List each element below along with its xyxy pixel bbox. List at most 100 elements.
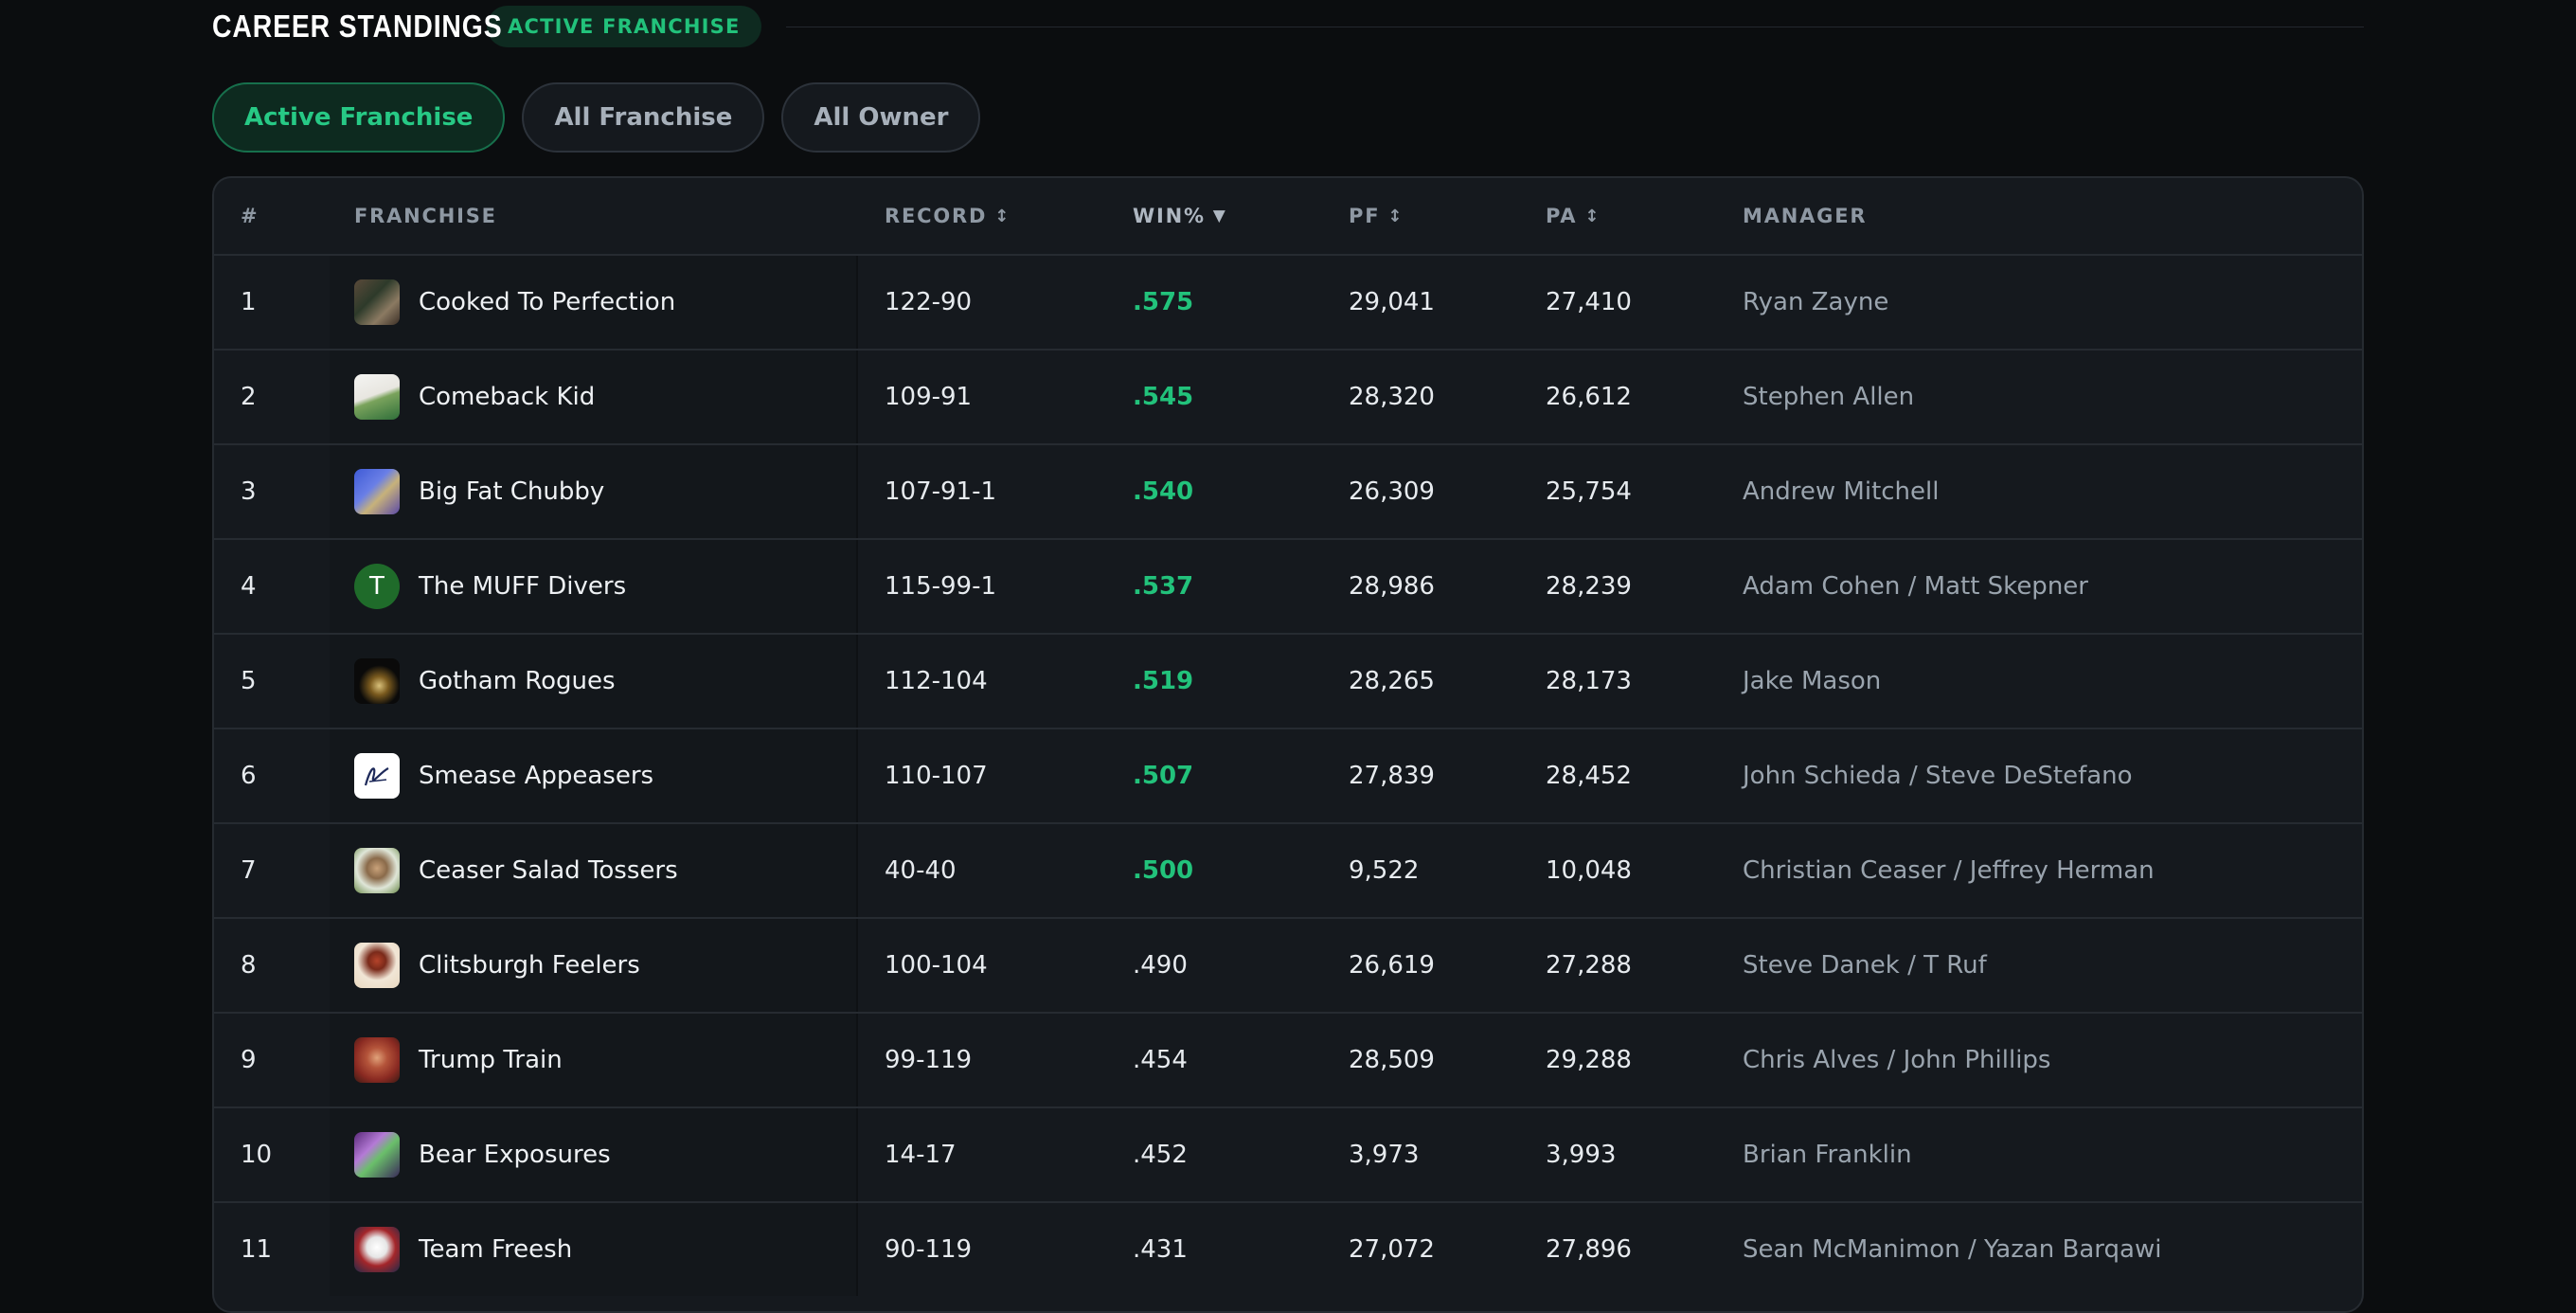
record: 109-91 xyxy=(885,383,973,411)
points-against: 27,896 xyxy=(1546,1235,1632,1264)
column-pa[interactable]: PA ↕ xyxy=(1546,178,1599,254)
standings-table: # FRANCHISE RECORD ↕ WIN% ▼ PF ↕ PA ↕ MA… xyxy=(212,176,2364,1313)
table-row[interactable]: 7 Ceaser Salad Tossers 40-40 .500 9,522 … xyxy=(214,824,2362,919)
franchise-cell[interactable]: Smease Appeasers xyxy=(330,729,858,822)
table-row[interactable]: 3 Big Fat Chubby 107-91-1 .540 26,309 25… xyxy=(214,445,2362,540)
team-avatar xyxy=(354,279,400,325)
team-avatar xyxy=(354,1037,400,1083)
manager: Jake Mason xyxy=(1743,667,1882,695)
points-for: 27,839 xyxy=(1349,762,1435,790)
rank: 6 xyxy=(241,762,257,790)
win-pct: .452 xyxy=(1133,1141,1188,1169)
franchise-cell[interactable]: Team Freesh xyxy=(330,1203,858,1296)
column-franchise: FRANCHISE xyxy=(354,205,497,227)
record: 112-104 xyxy=(885,667,988,695)
team-avatar xyxy=(354,374,400,420)
points-for: 29,041 xyxy=(1349,288,1435,316)
column-record[interactable]: RECORD ↕ xyxy=(885,178,1009,254)
rank: 9 xyxy=(241,1046,257,1074)
rank: 10 xyxy=(241,1141,273,1169)
team-name: Cooked To Perfection xyxy=(419,288,676,316)
team-name: Smease Appeasers xyxy=(419,762,654,790)
win-pct: .454 xyxy=(1133,1046,1188,1074)
table-row[interactable]: 8 Clitsburgh Feelers 100-104 .490 26,619… xyxy=(214,919,2362,1014)
table-row[interactable]: 5 Gotham Rogues 112-104 .519 28,265 28,1… xyxy=(214,635,2362,729)
column-pf[interactable]: PF ↕ xyxy=(1349,178,1402,254)
rank: 4 xyxy=(241,572,257,601)
win-pct: .537 xyxy=(1133,572,1194,601)
sort-desc-icon: ▼ xyxy=(1212,207,1225,225)
table-row[interactable]: 4 T The MUFF Divers 115-99-1 .537 28,986… xyxy=(214,540,2362,635)
column-manager: MANAGER xyxy=(1743,205,1868,227)
win-pct: .431 xyxy=(1133,1235,1188,1264)
table-row[interactable]: 10 Bear Exposures 14-17 .452 3,973 3,993… xyxy=(214,1108,2362,1203)
sort-icon: ↕ xyxy=(1584,206,1600,226)
manager: Stephen Allen xyxy=(1743,383,1915,411)
team-name: Big Fat Chubby xyxy=(419,477,605,506)
franchise-cell[interactable]: Gotham Rogues xyxy=(330,635,858,728)
table-row[interactable]: 1 Cooked To Perfection 122-90 .575 29,04… xyxy=(214,256,2362,351)
win-pct: .490 xyxy=(1133,951,1188,980)
franchise-cell[interactable]: Big Fat Chubby xyxy=(330,445,858,538)
rank: 7 xyxy=(241,856,257,885)
points-for: 27,072 xyxy=(1349,1235,1435,1264)
franchise-cell[interactable]: Cooked To Perfection xyxy=(330,256,858,349)
franchise-cell[interactable]: Clitsburgh Feelers xyxy=(330,919,858,1012)
column-win-pct-label: WIN% xyxy=(1133,205,1206,227)
team-name: Team Freesh xyxy=(419,1235,573,1264)
table-row[interactable]: 6 Smease Appeasers 110-107 .507 27,839 2… xyxy=(214,729,2362,824)
points-for: 3,973 xyxy=(1349,1141,1420,1169)
table-row[interactable]: 9 Trump Train 99-119 .454 28,509 29,288 … xyxy=(214,1014,2362,1108)
rank: 11 xyxy=(241,1235,273,1264)
record: 40-40 xyxy=(885,856,957,885)
points-against: 10,048 xyxy=(1546,856,1632,885)
win-pct: .545 xyxy=(1133,383,1194,411)
points-against: 28,452 xyxy=(1546,762,1632,790)
table-row[interactable]: 2 Comeback Kid 109-91 .545 28,320 26,612… xyxy=(214,351,2362,445)
rank: 2 xyxy=(241,383,257,411)
team-avatar xyxy=(354,848,400,893)
filter-pills: Active Franchise All Franchise All Owner xyxy=(212,82,981,153)
team-avatar xyxy=(354,943,400,988)
column-rank: # xyxy=(241,205,259,227)
franchise-cell[interactable]: Comeback Kid xyxy=(330,351,858,443)
column-pf-label: PF xyxy=(1349,205,1381,227)
manager: Christian Ceaser / Jeffrey Herman xyxy=(1743,856,2155,885)
manager: Brian Franklin xyxy=(1743,1141,1912,1169)
manager: Chris Alves / John Phillips xyxy=(1743,1046,2051,1074)
team-name: Trump Train xyxy=(419,1046,563,1074)
points-for: 26,619 xyxy=(1349,951,1435,980)
franchise-cell[interactable]: T The MUFF Divers xyxy=(330,540,858,633)
win-pct: .575 xyxy=(1133,288,1194,316)
manager: John Schieda / Steve DeStefano xyxy=(1743,762,2133,790)
team-name: Bear Exposures xyxy=(419,1141,611,1169)
column-record-label: RECORD xyxy=(885,205,988,227)
team-name: Comeback Kid xyxy=(419,383,596,411)
filter-all-owner[interactable]: All Owner xyxy=(781,82,981,153)
points-against: 25,754 xyxy=(1546,477,1632,506)
table-row[interactable]: 11 Team Freesh 90-119 .431 27,072 27,896… xyxy=(214,1203,2362,1296)
manager: Adam Cohen / Matt Skepner xyxy=(1743,572,2088,601)
team-name: The MUFF Divers xyxy=(419,572,627,601)
section-title: CAREER STANDINGS xyxy=(212,9,503,44)
points-for: 26,309 xyxy=(1349,477,1435,506)
points-against: 28,173 xyxy=(1546,667,1632,695)
points-against: 28,239 xyxy=(1546,572,1632,601)
win-pct: .519 xyxy=(1133,667,1194,695)
table-header: # FRANCHISE RECORD ↕ WIN% ▼ PF ↕ PA ↕ MA… xyxy=(214,178,2362,256)
active-franchise-badge: ACTIVE FRANCHISE xyxy=(487,6,761,47)
points-for: 28,265 xyxy=(1349,667,1435,695)
win-pct: .507 xyxy=(1133,762,1194,790)
filter-all-franchise[interactable]: All Franchise xyxy=(522,82,765,153)
signature-logo-icon xyxy=(364,767,389,786)
franchise-cell[interactable]: Ceaser Salad Tossers xyxy=(330,824,858,917)
franchise-cell[interactable]: Bear Exposures xyxy=(330,1108,858,1201)
filter-active-franchise[interactable]: Active Franchise xyxy=(212,82,506,153)
column-win-pct[interactable]: WIN% ▼ xyxy=(1133,178,1225,254)
manager: Ryan Zayne xyxy=(1743,288,1889,316)
record: 90-119 xyxy=(885,1235,973,1264)
franchise-cell[interactable]: Trump Train xyxy=(330,1014,858,1106)
team-avatar xyxy=(354,469,400,514)
rank: 5 xyxy=(241,667,257,695)
record: 110-107 xyxy=(885,762,988,790)
